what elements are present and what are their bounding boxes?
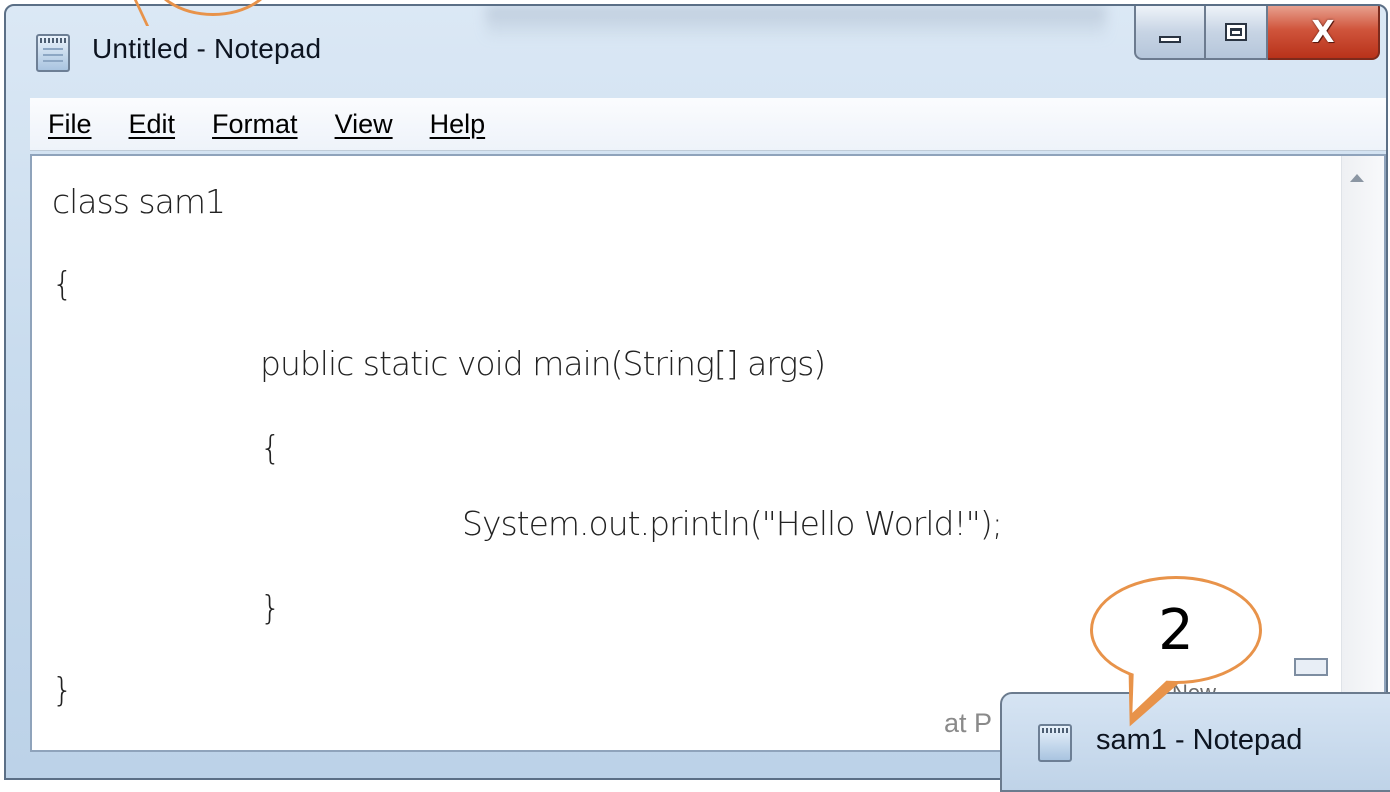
notepad-icon[interactable] — [36, 34, 70, 72]
code-line: public static void main(String[] args) — [260, 344, 826, 383]
code-line: class sam1 — [52, 182, 226, 221]
menu-file[interactable]: File — [48, 109, 92, 140]
maximize-icon — [1225, 23, 1247, 41]
callout-bubble-2: 2 — [1090, 576, 1262, 684]
close-button[interactable]: X — [1268, 6, 1380, 60]
code-line: { — [260, 428, 281, 467]
close-icon: X — [1311, 14, 1335, 50]
code-line: System.out.println("Hello World!"); — [462, 504, 1003, 543]
menu-view[interactable]: View — [335, 109, 393, 140]
menu-edit[interactable]: Edit — [129, 109, 176, 140]
notepad-icon — [1038, 724, 1072, 762]
menu-help[interactable]: Help — [430, 109, 486, 140]
scroll-up-arrow-icon[interactable] — [1350, 174, 1364, 182]
window-title: Untitled - Notepad — [92, 33, 322, 64]
title-bar[interactable]: Untitled - Notepad X — [6, 6, 1386, 92]
vertical-scrollbar[interactable] — [1341, 156, 1384, 750]
menu-bar: File Edit Format View Help — [30, 98, 1386, 151]
minimize-button[interactable] — [1134, 6, 1206, 60]
menu-format[interactable]: Format — [212, 109, 298, 140]
background-view-icon — [1294, 658, 1328, 676]
code-line: } — [260, 588, 281, 627]
minimize-icon — [1159, 35, 1181, 43]
code-line: { — [52, 264, 73, 303]
sam1-window-title: sam1 - Notepad — [1096, 724, 1303, 756]
code-line: } — [52, 670, 73, 709]
maximize-button[interactable] — [1206, 6, 1268, 60]
caption-buttons: X — [1134, 6, 1380, 64]
callout-step-number: 2 — [1158, 597, 1194, 663]
